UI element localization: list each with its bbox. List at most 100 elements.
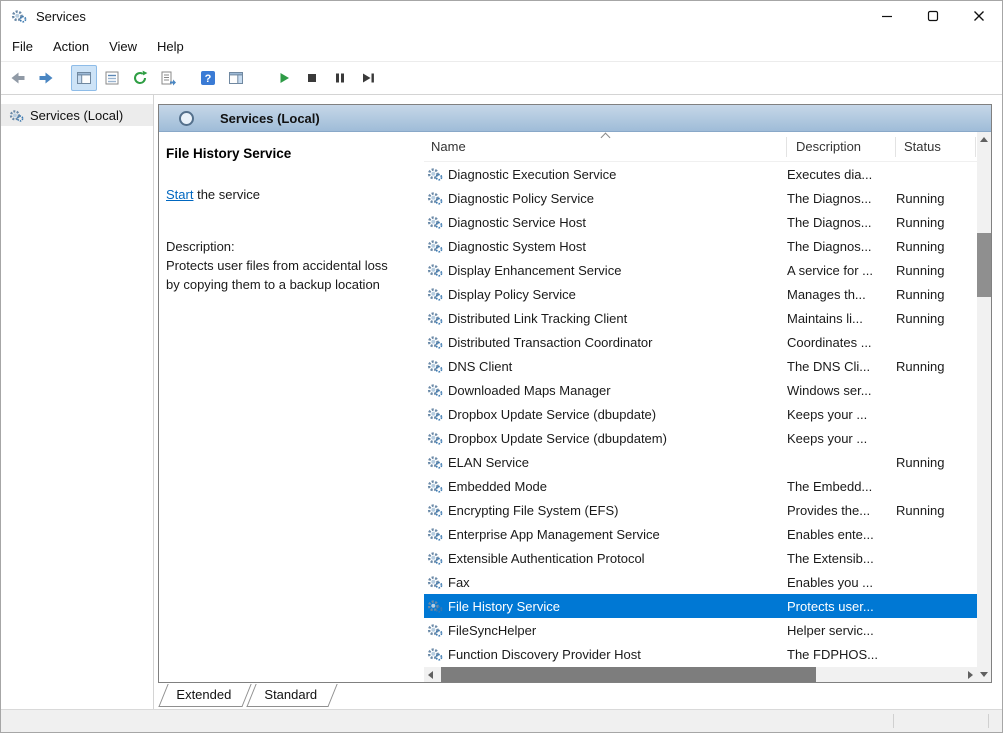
snapin-icon	[179, 111, 194, 126]
services-window: Services File Action View Help	[0, 0, 1003, 733]
workspace: Services (Local) Services (Local) File H…	[1, 95, 1002, 709]
service-description: The Diagnos...	[787, 191, 896, 206]
table-row[interactable]: Display Enhancement Service A service fo…	[424, 258, 977, 282]
table-row[interactable]: DNS Client The DNS Cli... Running	[424, 354, 977, 378]
scroll-down-icon[interactable]	[980, 672, 988, 677]
service-description: Executes dia...	[787, 167, 896, 182]
horizontal-scrollbar-thumb[interactable]	[441, 667, 816, 682]
table-row[interactable]: Fax Enables you ...	[424, 570, 977, 594]
services-list: Name Description Status Diagnostic Execu…	[424, 132, 977, 682]
properties-icon	[103, 69, 121, 87]
refresh-button[interactable]	[127, 65, 153, 91]
table-row[interactable]: Encrypting File System (EFS) Provides th…	[424, 498, 977, 522]
table-row[interactable]: Function Discovery Provider Host The FDP…	[424, 642, 977, 666]
table-row[interactable]: Dropbox Update Service (dbupdatem) Keeps…	[424, 426, 977, 450]
menu-help[interactable]: Help	[147, 33, 194, 60]
tab-extended[interactable]: Extended	[158, 684, 251, 707]
description-label: Description:	[166, 239, 414, 254]
scroll-left-icon[interactable]	[428, 671, 433, 679]
service-status: Running	[896, 287, 976, 302]
title-bar: Services	[1, 1, 1002, 31]
description-text: Protects user files from accidental loss…	[166, 256, 400, 294]
minimize-button[interactable]	[864, 1, 910, 31]
service-name: Enterprise App Management Service	[448, 527, 660, 542]
service-status: Running	[896, 239, 976, 254]
export-list-button[interactable]	[155, 65, 181, 91]
service-gear-icon	[427, 574, 443, 590]
help-button[interactable]: ?	[195, 65, 221, 91]
menu-file[interactable]: File	[2, 33, 43, 60]
table-row[interactable]: Distributed Link Tracking Client Maintai…	[424, 306, 977, 330]
show-hide-console-tree-button[interactable]	[71, 65, 97, 91]
service-gear-icon	[427, 646, 443, 662]
services-panel: Services (Local) File History Service St…	[158, 104, 992, 683]
start-service-link[interactable]: Start	[166, 187, 193, 202]
service-name: File History Service	[448, 599, 560, 614]
status-bar-divider	[893, 714, 894, 728]
service-description: Enables ente...	[787, 527, 896, 542]
table-row[interactable]: Diagnostic Policy Service The Diagnos...…	[424, 186, 977, 210]
pause-service-button[interactable]	[327, 65, 353, 91]
service-name: Fax	[448, 575, 470, 590]
status-bar-divider	[988, 714, 989, 728]
back-button[interactable]	[5, 65, 31, 91]
service-name: Diagnostic Service Host	[448, 215, 586, 230]
service-status: Running	[896, 215, 976, 230]
table-row[interactable]: Diagnostic System Host The Diagnos... Ru…	[424, 234, 977, 258]
table-row[interactable]: FileSyncHelper Helper servic...	[424, 618, 977, 642]
panel-header-title: Services (Local)	[220, 111, 320, 126]
horizontal-scrollbar[interactable]	[424, 667, 977, 682]
properties-button[interactable]	[99, 65, 125, 91]
back-arrow-icon	[9, 69, 27, 87]
table-row[interactable]: Display Policy Service Manages th... Run…	[424, 282, 977, 306]
table-row[interactable]: Extensible Authentication Protocol The E…	[424, 546, 977, 570]
start-service-button[interactable]	[271, 65, 297, 91]
table-row[interactable]: Dropbox Update Service (dbupdate) Keeps …	[424, 402, 977, 426]
table-row[interactable]: Distributed Transaction Coordinator Coor…	[424, 330, 977, 354]
start-service-icon	[275, 69, 293, 87]
tab-standard[interactable]: Standard	[246, 684, 337, 707]
table-row[interactable]: Diagnostic Service Host The Diagnos... R…	[424, 210, 977, 234]
svg-text:?: ?	[205, 73, 212, 85]
close-button[interactable]	[956, 1, 1002, 31]
stop-service-button[interactable]	[299, 65, 325, 91]
table-row[interactable]: Diagnostic Execution Service Executes di…	[424, 162, 977, 186]
table-row[interactable]: File History Service Protects user...	[424, 594, 977, 618]
service-gear-icon	[427, 238, 443, 254]
help-icon: ?	[199, 69, 217, 87]
scroll-up-icon[interactable]	[980, 137, 988, 142]
table-row[interactable]: Embedded Mode The Embedd...	[424, 474, 977, 498]
column-header-status[interactable]: Status	[896, 137, 976, 157]
service-description: Coordinates ...	[787, 335, 896, 350]
column-header-description[interactable]: Description	[787, 137, 896, 157]
close-icon	[973, 10, 985, 22]
menu-view[interactable]: View	[99, 33, 147, 60]
tree-item-label: Services (Local)	[30, 108, 123, 123]
vertical-scrollbar[interactable]	[977, 132, 991, 682]
minimize-icon	[881, 10, 893, 22]
window-title: Services	[36, 9, 86, 24]
table-row[interactable]: ELAN Service Running	[424, 450, 977, 474]
maximize-button[interactable]	[910, 1, 956, 31]
tree-item-services-local[interactable]: Services (Local)	[1, 104, 153, 126]
service-name: Display Policy Service	[448, 287, 576, 302]
service-gear-icon	[427, 598, 443, 614]
window-controls	[864, 1, 1002, 31]
service-gear-icon	[427, 622, 443, 638]
scroll-right-icon[interactable]	[968, 671, 973, 679]
service-name: Downloaded Maps Manager	[448, 383, 611, 398]
service-name: Diagnostic Execution Service	[448, 167, 616, 182]
table-row[interactable]: Downloaded Maps Manager Windows ser...	[424, 378, 977, 402]
service-name: Distributed Link Tracking Client	[448, 311, 627, 326]
service-gear-icon	[427, 478, 443, 494]
restart-service-button[interactable]	[355, 65, 381, 91]
service-name: ELAN Service	[448, 455, 529, 470]
vertical-scrollbar-thumb[interactable]	[977, 233, 991, 297]
service-name: Function Discovery Provider Host	[448, 647, 641, 662]
table-row[interactable]: Enterprise App Management Service Enable…	[424, 522, 977, 546]
service-gear-icon	[427, 310, 443, 326]
show-hide-action-pane-button[interactable]	[223, 65, 249, 91]
menu-action[interactable]: Action	[43, 33, 99, 60]
panel-header: Services (Local)	[159, 105, 991, 132]
forward-button[interactable]	[33, 65, 59, 91]
